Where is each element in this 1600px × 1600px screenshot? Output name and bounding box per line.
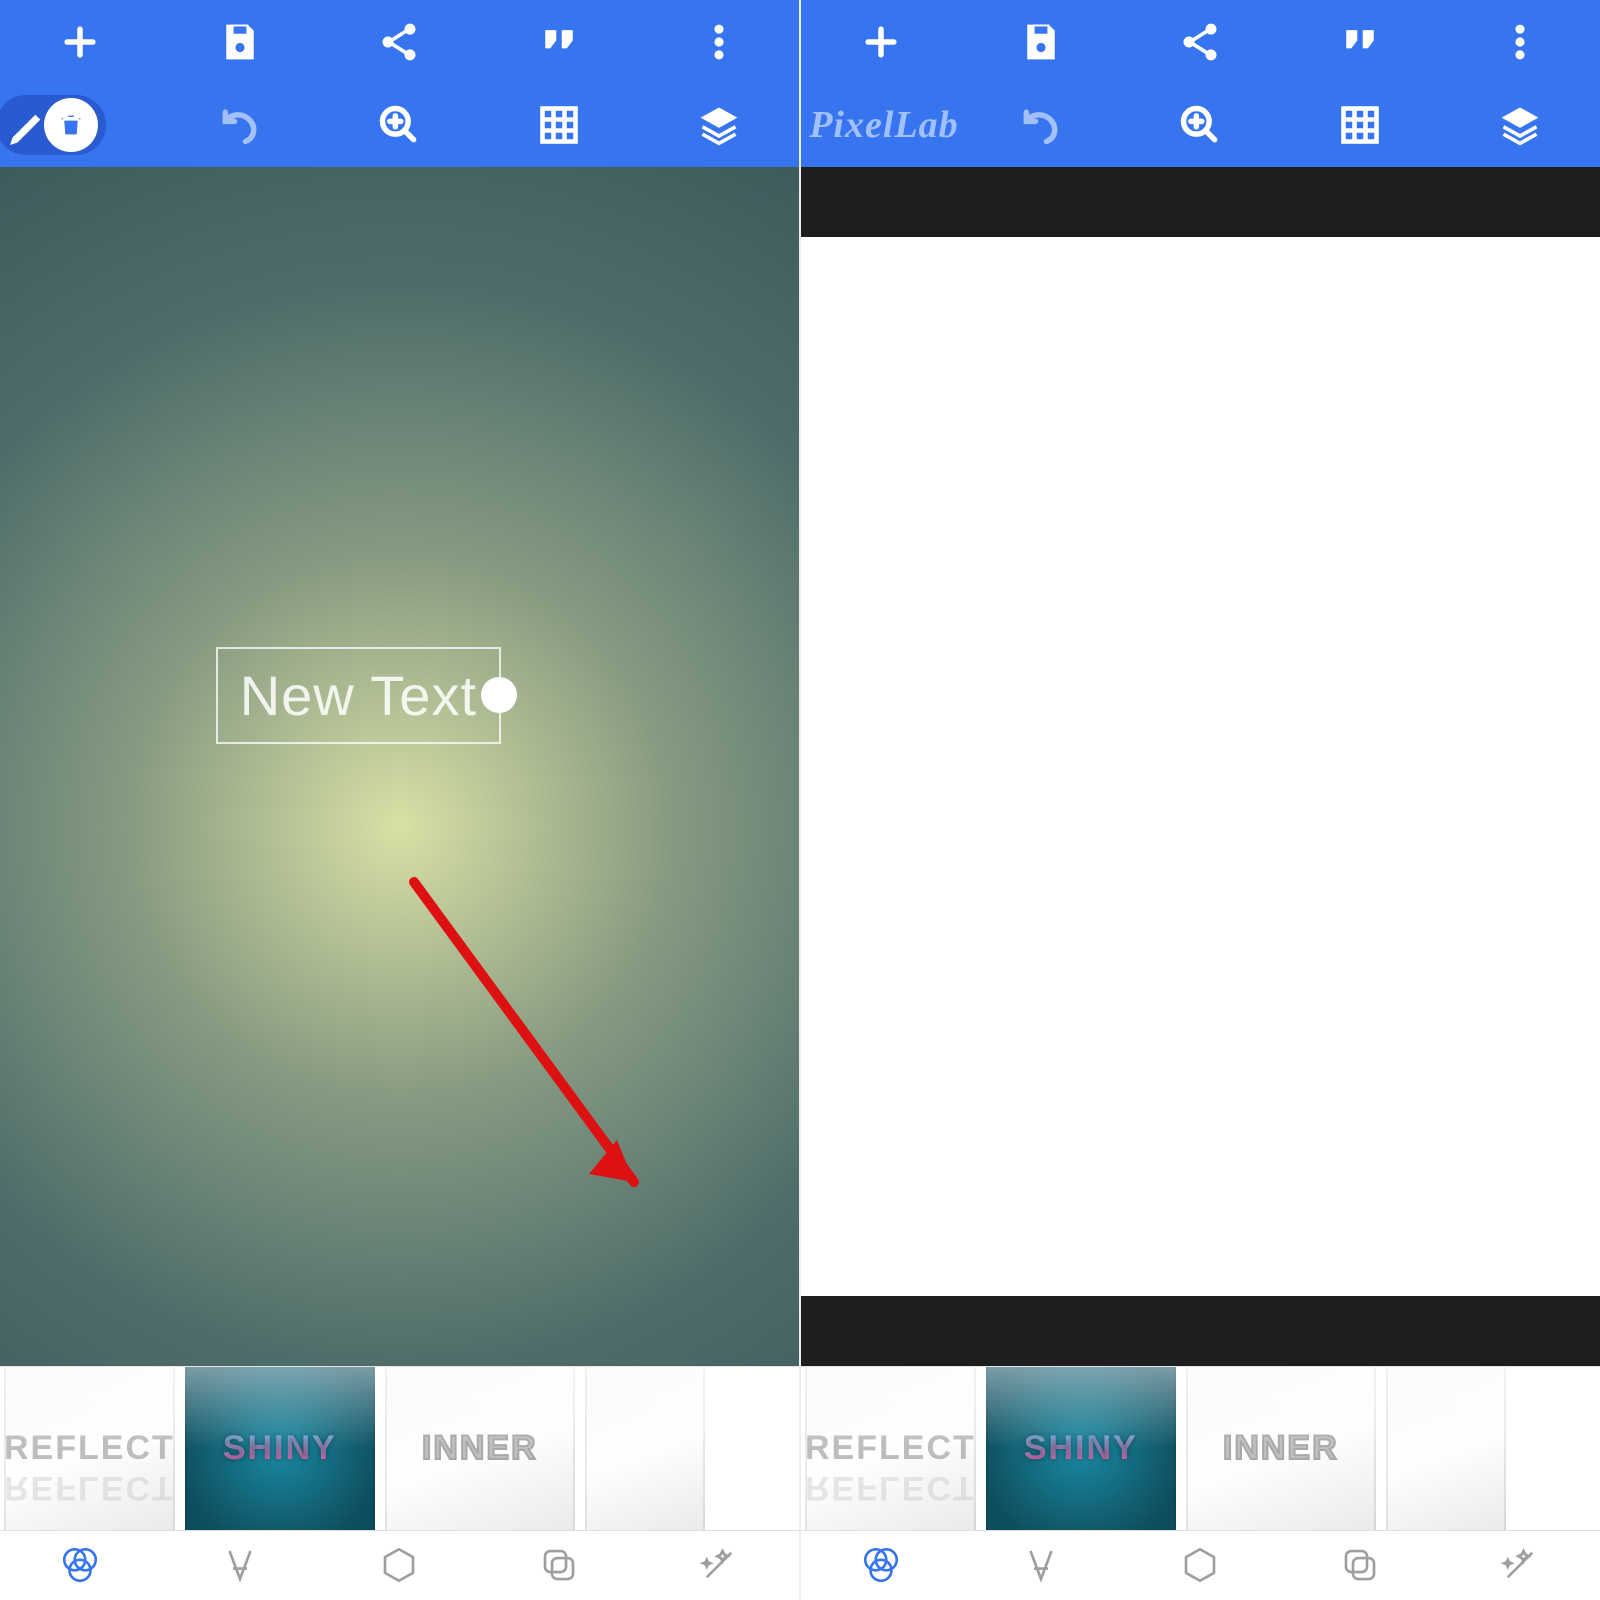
tab-filters[interactable] — [801, 1531, 961, 1600]
preset-label: INNER — [422, 1429, 538, 1468]
hexagon-icon — [378, 1544, 420, 1586]
quote-button[interactable] — [1280, 0, 1440, 84]
zoom-button[interactable] — [320, 84, 480, 168]
bottom-tabs — [0, 1530, 799, 1600]
save-icon — [1019, 20, 1063, 64]
letterbox-bottom — [801, 1296, 1600, 1366]
tab-layers[interactable] — [1280, 1531, 1440, 1600]
save-button[interactable] — [160, 0, 320, 84]
more-vert-icon — [697, 20, 741, 64]
text-icon — [219, 1544, 261, 1586]
quote-button[interactable] — [479, 0, 639, 84]
more-vert-icon — [1498, 20, 1542, 64]
grid-button[interactable] — [1280, 84, 1440, 168]
screen-after: PixelLab REFLECT SHINY INNER — [799, 0, 1600, 1600]
wand-icon — [1499, 1544, 1541, 1586]
layers-icon — [697, 103, 741, 147]
preset-label: SHINY — [1024, 1429, 1138, 1468]
overflow-button[interactable] — [1440, 0, 1600, 84]
share-icon — [1178, 20, 1222, 64]
tab-shapes[interactable] — [320, 1531, 480, 1600]
canvas-area[interactable]: New Text — [0, 167, 799, 1366]
tab-text[interactable] — [961, 1531, 1121, 1600]
wand-icon — [698, 1544, 740, 1586]
filters-icon — [59, 1544, 101, 1586]
preset-plain[interactable] — [585, 1366, 705, 1530]
tab-text[interactable] — [160, 1531, 320, 1600]
preset-strip[interactable]: REFLECT SHINY INNER — [0, 1366, 799, 1530]
preset-shiny[interactable]: SHINY — [986, 1366, 1176, 1530]
plus-icon — [859, 20, 903, 64]
undo-icon — [1019, 103, 1063, 147]
layers-button[interactable] — [1440, 84, 1600, 168]
zoom-button[interactable] — [1121, 84, 1281, 168]
tab-effects[interactable] — [1440, 1531, 1600, 1600]
save-button[interactable] — [961, 0, 1121, 84]
preset-label: INNER — [1223, 1429, 1339, 1468]
undo-button[interactable] — [160, 84, 320, 168]
tab-layers[interactable] — [479, 1531, 639, 1600]
share-button[interactable] — [1121, 0, 1281, 84]
tab-effects[interactable] — [639, 1531, 799, 1600]
plus-icon — [58, 20, 102, 64]
text-icon — [1020, 1544, 1062, 1586]
preset-inner[interactable]: INNER — [385, 1366, 575, 1530]
delete-button[interactable] — [44, 98, 98, 152]
app-logo: PixelLab — [801, 84, 961, 168]
stack-icon — [1339, 1544, 1381, 1586]
canvas-background-blank — [801, 167, 1600, 1366]
preset-strip[interactable]: REFLECT SHINY INNER — [801, 1366, 1600, 1530]
text-layer-content: New Text — [240, 664, 477, 727]
grid-icon — [1338, 103, 1382, 147]
save-icon — [218, 20, 262, 64]
grid-icon — [537, 103, 581, 147]
canvas-area[interactable] — [801, 167, 1600, 1366]
app-bar — [0, 0, 799, 167]
filters-icon — [860, 1544, 902, 1586]
hexagon-icon — [1179, 1544, 1221, 1586]
undo-button[interactable] — [961, 84, 1121, 168]
share-button[interactable] — [320, 0, 480, 84]
add-button[interactable] — [801, 0, 961, 84]
text-layer[interactable]: New Text — [216, 647, 501, 744]
tab-shapes[interactable] — [1121, 1531, 1281, 1600]
edit-icon — [6, 105, 50, 149]
letterbox-top — [801, 167, 1600, 237]
trash-icon — [56, 110, 86, 140]
quote-icon — [537, 20, 581, 64]
preset-plain[interactable] — [1386, 1366, 1506, 1530]
preset-shiny[interactable]: SHINY — [185, 1366, 375, 1530]
undo-icon — [218, 103, 262, 147]
tab-filters[interactable] — [0, 1531, 160, 1600]
app-bar: PixelLab — [801, 0, 1600, 167]
preset-label: REFLECT — [4, 1429, 175, 1468]
overflow-button[interactable] — [639, 0, 799, 84]
preset-inner[interactable]: INNER — [1186, 1366, 1376, 1530]
resize-handle[interactable] — [481, 677, 517, 713]
stack-icon — [538, 1544, 580, 1586]
screen-before: New Text REFLECT SHINY INNER — [0, 0, 799, 1600]
share-icon — [377, 20, 421, 64]
bottom-tabs — [801, 1530, 1600, 1600]
canvas-background — [0, 167, 799, 1366]
preset-label: REFLECT — [805, 1429, 976, 1468]
preset-reflect[interactable]: REFLECT — [805, 1366, 976, 1530]
selection-pill[interactable] — [0, 84, 160, 168]
zoom-in-icon — [1178, 103, 1222, 147]
grid-button[interactable] — [479, 84, 639, 168]
add-button[interactable] — [0, 0, 160, 84]
preset-reflect[interactable]: REFLECT — [4, 1366, 175, 1530]
layers-button[interactable] — [639, 84, 799, 168]
preset-label: SHINY — [223, 1429, 337, 1468]
layers-icon — [1498, 103, 1542, 147]
zoom-in-icon — [377, 103, 421, 147]
quote-icon — [1338, 20, 1382, 64]
